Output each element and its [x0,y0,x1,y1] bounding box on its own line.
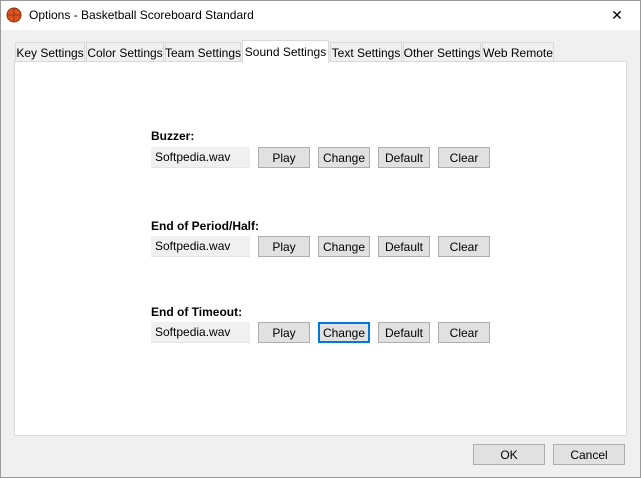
tab-text-settings[interactable]: Text Settings [330,42,402,62]
sound-settings-panel: Buzzer: Play Change Default Clear End of… [14,61,627,436]
title-bar[interactable]: Options - Basketball Scoreboard Standard… [1,1,640,30]
end-of-period-label: End of Period/Half: [151,219,259,233]
end-of-timeout-file-field[interactable] [151,322,250,343]
tab-team-settings[interactable]: Team Settings [165,42,241,62]
tab-web-remote[interactable]: Web Remote [482,42,554,62]
end-of-timeout-label: End of Timeout: [151,305,243,319]
tab-sound-settings[interactable]: Sound Settings [242,40,329,63]
buzzer-file-field[interactable] [151,147,250,168]
tab-color-settings[interactable]: Color Settings [86,42,164,62]
end-of-timeout-play-button[interactable]: Play [258,322,310,343]
end-of-timeout-change-button[interactable]: Change [318,322,370,343]
end-of-timeout-clear-button[interactable]: Clear [438,322,490,343]
buzzer-label: Buzzer: [151,129,195,143]
end-of-period-change-button[interactable]: Change [318,236,370,257]
end-of-timeout-default-button[interactable]: Default [378,322,430,343]
end-of-period-default-button[interactable]: Default [378,236,430,257]
ok-button[interactable]: OK [473,444,545,465]
window-title: Options - Basketball Scoreboard Standard [29,8,254,22]
tab-strip: Key Settings Color Settings Team Setting… [15,40,629,63]
buzzer-play-button[interactable]: Play [258,147,310,168]
cancel-button[interactable]: Cancel [553,444,625,465]
buzzer-clear-button[interactable]: Clear [438,147,490,168]
end-of-period-file-field[interactable] [151,236,250,257]
tab-other-settings[interactable]: Other Settings [403,42,481,62]
buzzer-change-button[interactable]: Change [318,147,370,168]
close-icon: ✕ [611,7,623,23]
buzzer-default-button[interactable]: Default [378,147,430,168]
end-of-period-clear-button[interactable]: Clear [438,236,490,257]
close-button[interactable]: ✕ [594,1,640,30]
tab-key-settings[interactable]: Key Settings [15,42,85,62]
end-of-period-play-button[interactable]: Play [258,236,310,257]
basketball-icon [6,7,22,23]
options-window: Options - Basketball Scoreboard Standard… [0,0,641,478]
